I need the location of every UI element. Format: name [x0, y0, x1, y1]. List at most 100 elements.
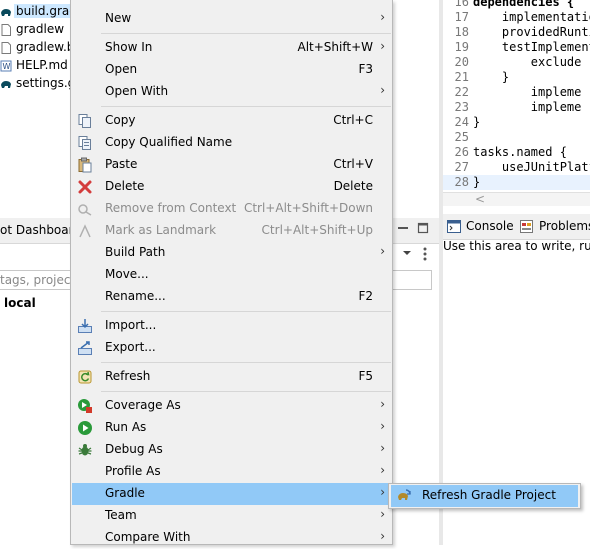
- tree-item-help-md[interactable]: W HELP.md: [0, 57, 72, 75]
- submenu-arrow-icon: ›: [380, 485, 385, 499]
- menu-item-label: Import...: [105, 318, 157, 332]
- menu-item-label: Profile As: [105, 464, 161, 478]
- run-icon: [78, 421, 92, 435]
- menu-item-team[interactable]: Team ›: [72, 505, 393, 527]
- menu-item-copy-qualified-name[interactable]: Copy Qualified Name: [72, 132, 393, 154]
- line-number: 27: [454, 160, 469, 174]
- line-number: 23: [454, 100, 469, 114]
- menu-item-label: Debug As: [105, 442, 163, 456]
- menu-item-open-with[interactable]: Open With ›: [72, 81, 393, 103]
- code-editor[interactable]: 16 dependencies { 17 implementation 18 pr…: [443, 0, 590, 196]
- submenu-arrow-icon: ›: [380, 83, 385, 97]
- submenu-arrow-icon: ›: [380, 397, 385, 411]
- tree-item-label: settings.gr: [16, 76, 72, 90]
- menu-item-compare-with[interactable]: Compare With ›: [72, 527, 393, 549]
- tab-label: Problems: [539, 219, 590, 233]
- tree-item-gradlew-bat[interactable]: gradlew.b: [0, 39, 72, 57]
- menu-separator: [101, 106, 391, 107]
- menu-item-label: Refresh Gradle Project: [422, 488, 556, 502]
- tab-label: ot Dashboard: [0, 223, 81, 237]
- dashboard-filter-input[interactable]: tags, projects: [0, 270, 72, 290]
- debug-icon: [78, 444, 92, 456]
- menu-item-paste[interactable]: Paste Ctrl+V: [72, 154, 393, 176]
- menu-item-label: Run As: [105, 420, 147, 434]
- file-icon: [1, 42, 11, 54]
- menu-item-new[interactable]: New ›: [72, 8, 393, 30]
- menu-separator: [101, 33, 391, 34]
- menu-item-gradle[interactable]: Gradle ›: [72, 483, 393, 505]
- scroll-left-arrow[interactable]: <: [475, 192, 485, 206]
- menu-item-rename[interactable]: Rename... F2: [72, 286, 393, 308]
- menu-item-shortcut: Alt+Shift+W: [297, 40, 374, 54]
- view-menu-icon[interactable]: [422, 246, 428, 262]
- code-line: 20 exclude: [443, 55, 590, 70]
- menu-item-run-as[interactable]: Run As ›: [72, 417, 393, 439]
- gradle-elephant-icon: [1, 81, 11, 88]
- tab-label: Console: [466, 219, 514, 233]
- submenu-arrow-icon: ›: [380, 507, 385, 521]
- landmark-icon: [79, 224, 91, 238]
- tree-item-label: build.grad: [14, 4, 72, 18]
- code-line: 27 useJUnitPlatf: [443, 160, 590, 175]
- menu-item-move[interactable]: Move...: [72, 264, 393, 286]
- menu-item-mark-as-landmark[interactable]: Mark as Landmark Ctrl+Alt+Shift+Up: [72, 220, 393, 242]
- menu-item-label: Move...: [105, 267, 149, 281]
- submenu-arrow-icon: ›: [380, 39, 385, 53]
- export-icon: [78, 341, 92, 355]
- menu-item-label: Coverage As: [105, 398, 181, 412]
- code-text: dependencies {: [473, 0, 575, 9]
- editor-horizontal-scrollbar[interactable]: <: [443, 192, 590, 206]
- filter-placeholder: tags, projects: [0, 273, 71, 287]
- tree-item-gradlew[interactable]: gradlew: [0, 21, 72, 39]
- submenu-arrow-icon: ›: [380, 10, 385, 24]
- console-tab-bar: Console Problems: [443, 214, 590, 240]
- tree-item-build-gradle[interactable]: build.grad: [0, 3, 72, 21]
- menu-item-refresh-gradle-project[interactable]: Refresh Gradle Project: [391, 485, 578, 507]
- line-number: 24: [454, 115, 469, 129]
- menu-item-label: Show In: [105, 40, 153, 54]
- tab-console[interactable]: Console: [447, 218, 519, 236]
- menu-item-shortcut: F2: [358, 289, 373, 303]
- maximize-icon[interactable]: [417, 222, 429, 234]
- tab-problems[interactable]: Problems: [520, 218, 590, 236]
- submenu-arrow-icon: ›: [380, 441, 385, 455]
- submenu-arrow-icon: ›: [380, 463, 385, 477]
- dashboard-local-node[interactable]: local: [4, 296, 36, 310]
- menu-item-copy[interactable]: Copy Ctrl+C: [72, 110, 393, 132]
- tab-boot-dashboard[interactable]: ot Dashboard: [0, 218, 81, 244]
- refresh-gradle-icon: [398, 489, 411, 500]
- menu-item-label: Open: [105, 62, 138, 76]
- menu-item-label: Rename...: [105, 289, 166, 303]
- menu-item-debug-as[interactable]: Debug As ›: [72, 439, 393, 461]
- code-text: impleme: [473, 85, 582, 99]
- file-icon: [1, 24, 11, 36]
- menu-item-open[interactable]: Open F3: [72, 59, 393, 81]
- menu-item-build-path[interactable]: Build Path ›: [72, 242, 393, 264]
- chevron-down-icon[interactable]: [402, 248, 412, 258]
- code-text: tasks.named {: [473, 145, 567, 159]
- menu-item-shortcut: Ctrl+Alt+Shift+Up: [261, 223, 373, 237]
- line-number: 25: [454, 130, 469, 144]
- tree-item-settings-gradle[interactable]: settings.gr: [0, 75, 72, 93]
- dashboard-filter-input-end[interactable]: [393, 270, 432, 290]
- menu-item-shortcut: F3: [358, 62, 373, 76]
- menu-item-remove-from-context[interactable]: Remove from Context Ctrl+Alt+Shift+Down: [72, 198, 393, 220]
- menu-item-import[interactable]: Import...: [72, 315, 393, 337]
- minimize-icon[interactable]: [397, 222, 409, 234]
- code-line: 17 implementation: [443, 10, 590, 25]
- menu-item-export[interactable]: Export...: [72, 337, 393, 359]
- tree-item-label: gradlew.b: [16, 40, 72, 54]
- code-line: 24}: [443, 115, 590, 130]
- problems-icon: [520, 220, 533, 233]
- code-line: 26 tasks.named {: [443, 145, 590, 160]
- menu-separator: [101, 391, 391, 392]
- menu-item-delete[interactable]: Delete Delete: [72, 176, 393, 198]
- menu-item-show-in[interactable]: Show In Alt+Shift+W ›: [72, 37, 393, 59]
- menu-item-label: Compare With: [105, 530, 191, 544]
- menu-item-coverage-as[interactable]: Coverage As ›: [72, 395, 393, 417]
- menu-item-profile-as[interactable]: Profile As ›: [72, 461, 393, 483]
- code-line: 21 }: [443, 70, 590, 85]
- menu-item-refresh[interactable]: Refresh F5: [72, 366, 393, 388]
- code-line: 19 testImplementa: [443, 40, 590, 55]
- menu-item-shortcut: F5: [358, 369, 373, 383]
